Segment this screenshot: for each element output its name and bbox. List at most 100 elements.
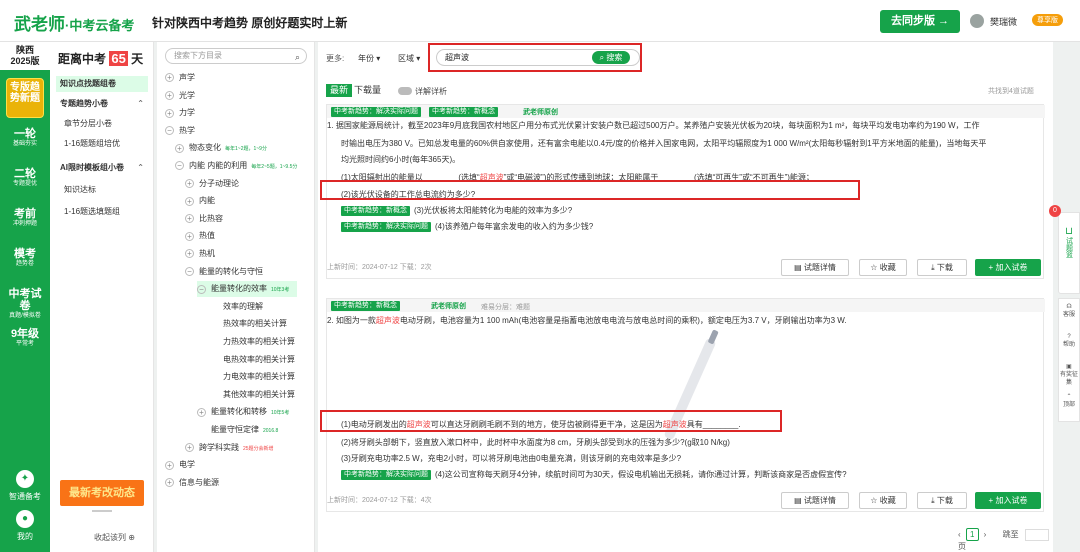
tree-node[interactable]: + 能量转化和转移 10年5考 (197, 404, 289, 420)
expand-icon[interactable]: + (185, 249, 194, 259)
detail-toggle[interactable] (398, 87, 412, 95)
mode-group-ai[interactable]: AI限时模板组小卷 ⌃ (56, 160, 148, 176)
tree-node[interactable]: + 热值 (185, 228, 215, 244)
year-dropdown[interactable]: 年份 ▾ (358, 53, 380, 64)
mode-item-choice[interactable]: 1-16题选填题组 (56, 204, 148, 220)
expand-icon[interactable]: + (165, 108, 174, 118)
tree-node[interactable]: + 内能 (185, 193, 215, 209)
favorite-button[interactable]: ☆ 收藏 (859, 259, 907, 276)
region-dropdown[interactable]: 区域 ▾ (398, 53, 420, 64)
mode-item-knowledge[interactable]: 知识点找题组卷 (56, 76, 148, 92)
tab-latest[interactable]: 最新 (326, 84, 353, 97)
rail-item-round2[interactable]: 二轮 专题提优 (6, 162, 44, 200)
expand-icon[interactable]: + (185, 178, 194, 188)
tree-node[interactable]: − 能量的转化与守恒 (185, 264, 263, 280)
tree-node[interactable]: − 能量转化的效率 10年3考 (197, 281, 297, 298)
user-icon: ● (16, 510, 34, 528)
teacher-label: 武老师原创 (523, 109, 558, 116)
tree-node[interactable]: + 分子动理论 (185, 176, 239, 192)
tree-node[interactable]: 其他效率的相关计算 (209, 387, 295, 403)
question-card-2[interactable]: 中考新趋势：新概念 武老师原创 难易分层：难题 2. 如图为一款超声波电动牙刷，… (326, 298, 1045, 512)
expand-icon[interactable]: + (165, 73, 174, 83)
tree-node[interactable]: + 电学 (165, 457, 195, 473)
mode-group-topic[interactable]: 专题趋势小卷 ⌃ (56, 96, 148, 112)
add-to-paper-button[interactable]: + 加入试卷 (975, 259, 1041, 276)
download-button[interactable]: ⤓ 下载 (917, 492, 967, 509)
rail-item-round1[interactable]: 一轮 基础夯实 (6, 122, 44, 160)
add-to-paper-button[interactable]: + 加入试卷 (975, 492, 1041, 509)
rail-mine[interactable]: ● 我的 (0, 510, 50, 542)
expand-icon[interactable]: + (185, 214, 194, 224)
news-banner[interactable]: 最新考改动态 (60, 480, 144, 506)
collapse-icon[interactable]: − (197, 284, 206, 294)
highlight-box-search (428, 43, 642, 72)
help-icon: ? (1067, 334, 1071, 340)
back-to-top-button[interactable]: ⌃ 顶部 (1059, 389, 1079, 419)
tree-node[interactable]: + 物态变化 每年1~2题，1~9分 (175, 140, 267, 156)
sync-version-button[interactable]: 去同步版 → (880, 10, 960, 33)
tree-node[interactable]: + 信息与能源 (165, 475, 219, 491)
tree-node[interactable]: 热效率的相关计算 (209, 316, 287, 332)
username[interactable]: 樊瑞微 (990, 15, 1017, 28)
rail-item-exam-papers[interactable]: 中考试卷 真题/模拟卷 (6, 282, 44, 320)
detail-button[interactable]: ▤ 试题详情 (781, 259, 849, 276)
question-basket-button[interactable]: 0 ⊔ 试题篮 (1049, 205, 1080, 294)
tree-node-label: 物态变化 (189, 143, 221, 153)
tab-downloads[interactable]: 下载量 (350, 84, 385, 97)
mode-item-standard[interactable]: 知识达标 (56, 182, 148, 198)
goto-page-input[interactable] (1024, 528, 1049, 541)
expand-icon[interactable]: + (165, 90, 174, 100)
detail-button[interactable]: ▤ 试题详情 (781, 492, 849, 509)
tree-node[interactable]: + 跨学科实践 25题分会新增 (185, 440, 274, 456)
feedback-button[interactable]: ▣ 有奖征集 (1059, 359, 1079, 389)
tree-node[interactable]: + 热机 (185, 246, 215, 262)
tree-node[interactable]: + 声学 (165, 70, 195, 86)
expand-icon[interactable]: + (185, 442, 194, 452)
next-page-button[interactable]: › (984, 530, 987, 539)
expand-icon[interactable]: + (175, 143, 184, 153)
prev-page-button[interactable]: ‹ (958, 530, 961, 539)
avatar[interactable] (970, 14, 984, 28)
tree-node-label: 热机 (199, 249, 215, 258)
rail-item-grade9[interactable]: 9年级 平常考 (6, 322, 44, 360)
expand-icon[interactable]: + (165, 460, 174, 470)
collapse-icon[interactable]: − (175, 161, 184, 171)
question-part-3: 中考新趋势：新概念 (3)光伏板将太阳能转化为电能的效率为多少? (341, 205, 572, 217)
tree-node[interactable]: + 光学 (165, 88, 195, 104)
app-logo[interactable]: 武老师·中考云备考 (14, 10, 134, 35)
rail-item-mock[interactable]: 模考 趋势卷 (6, 242, 44, 280)
rail-item-exam-prep[interactable]: 考前 冲刺押题 (6, 202, 44, 240)
rail-item-trend[interactable]: 专版趋势新题 (6, 78, 44, 118)
service-button[interactable]: ☊ 客服 (1059, 299, 1079, 329)
smart-icon: ✦ (16, 470, 34, 488)
question-part-4: 中考新趋势：解决实际问题 (4)该养殖户每年富余发电的收入约为多少钱? (341, 221, 593, 233)
page-1-button[interactable]: 1 (965, 528, 979, 541)
mode-item-chapter[interactable]: 章节分层小卷 (56, 116, 148, 132)
tree-node[interactable]: + 力学 (165, 105, 195, 121)
collapse-icon[interactable]: − (185, 266, 194, 276)
collapse-icon[interactable]: − (165, 126, 174, 136)
tree-node[interactable]: + 比热容 (185, 211, 223, 227)
province-selector[interactable]: 陕西 2025版 (0, 42, 50, 70)
rail-smart-prep[interactable]: ✦ 智通备考 (0, 470, 50, 502)
tree-node[interactable]: 效率的理解 (209, 299, 263, 315)
expand-icon[interactable]: + (197, 407, 206, 417)
question-part-2: (2)将牙刷头部朝下，竖直放入漱口杯中，此时杯中水面度为8 cm，牙刷头部受到水… (341, 438, 730, 447)
tree-node-label: 其他效率的相关计算 (223, 389, 295, 399)
favorite-button[interactable]: ☆ 收藏 (859, 492, 907, 509)
tree-node[interactable]: 力电效率的相关计算 (209, 369, 295, 385)
collapse-column-button[interactable]: 收起该列 ⊕ (94, 532, 135, 543)
tree-node-label: 能量转化的效率 (211, 284, 267, 294)
tree-node[interactable]: 力热效率的相关计算 (209, 334, 295, 350)
tree-node[interactable]: 能量守恒定律 2016.8 (197, 422, 278, 438)
tree-node[interactable]: 电热效率的相关计算 (209, 352, 295, 368)
expand-icon[interactable]: + (185, 231, 194, 241)
mode-item-group[interactable]: 1-16题题组培优 (56, 136, 148, 152)
download-button[interactable]: ⤓ 下载 (917, 259, 967, 276)
catalog-search-input[interactable]: 搜索下方目录 ⌕ (165, 48, 307, 64)
tree-node[interactable]: − 内能 内能的利用 每年2~5题，1~9.5分 (175, 158, 297, 174)
expand-icon[interactable]: + (165, 478, 174, 488)
help-button[interactable]: ? 帮助 (1059, 329, 1079, 359)
tree-node[interactable]: − 热学 (165, 123, 195, 139)
expand-icon[interactable]: + (185, 196, 194, 206)
